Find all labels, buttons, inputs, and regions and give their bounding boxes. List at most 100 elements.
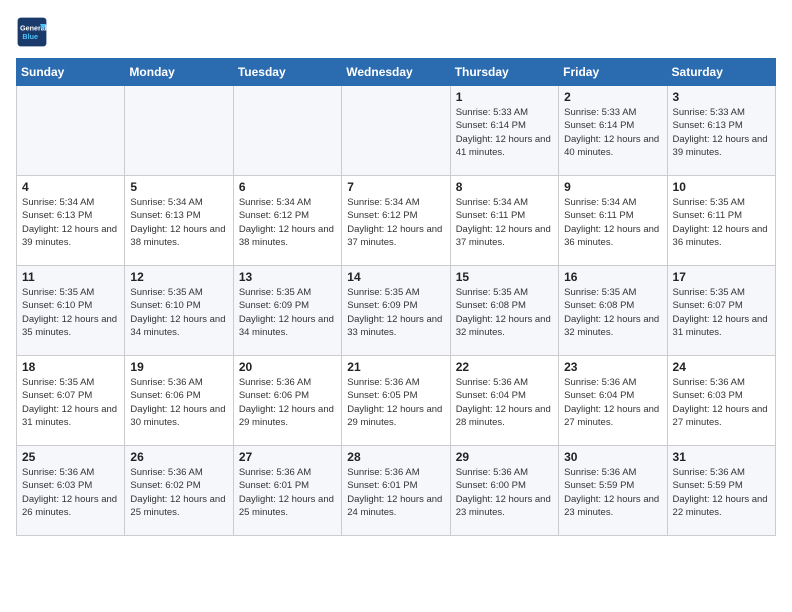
page-header: General Blue [16,16,776,48]
calendar-cell-w1d6: 10Sunrise: 5:35 AM Sunset: 6:11 PM Dayli… [667,176,775,266]
day-info: Sunrise: 5:33 AM Sunset: 6:13 PM Dayligh… [673,106,770,159]
day-info: Sunrise: 5:34 AM Sunset: 6:13 PM Dayligh… [22,196,119,249]
day-info: Sunrise: 5:36 AM Sunset: 6:05 PM Dayligh… [347,376,444,429]
day-info: Sunrise: 5:36 AM Sunset: 6:03 PM Dayligh… [673,376,770,429]
calendar-cell-w1d3: 7 Sunrise: 5:34 AM Sunset: 6:12 PM Daylig… [342,176,450,266]
calendar-cell-w3d6: 24 Sunrise: 5:36 AM Sunset: 6:03 PM Dayli… [667,356,775,446]
calendar-cell-w0d1 [125,86,233,176]
calendar-cell-w1d1: 5 Sunrise: 5:34 AM Sunset: 6:13 PM Daylig… [125,176,233,266]
day-info: Sunrise: 5:36 AM Sunset: 6:02 PM Dayligh… [130,466,227,519]
day-info: Sunrise: 5:36 AM Sunset: 5:59 PM Dayligh… [673,466,770,519]
logo-icon: General Blue [16,16,48,48]
calendar-cell-w2d1: 12 Sunrise: 5:35 AM Sunset: 6:10 PM Dayli… [125,266,233,356]
day-number: 15 [456,270,553,284]
day-info: Sunrise: 5:35 AM Sunset: 6:10 PM Dayligh… [130,286,227,339]
day-info: Sunrise: 5:36 AM Sunset: 6:01 PM Dayligh… [239,466,336,519]
day-number: 13 [239,270,336,284]
calendar-cell-w2d3: 14 Sunrise: 5:35 AM Sunset: 6:09 PM Dayli… [342,266,450,356]
day-number: 12 [130,270,227,284]
logo: General Blue [16,16,52,48]
day-number: 5 [130,180,227,194]
calendar-cell-w3d0: 18Sunrise: 5:35 AM Sunset: 6:07 PM Dayli… [17,356,125,446]
day-number: 10 [673,180,770,194]
day-number: 9 [564,180,661,194]
day-number: 8 [456,180,553,194]
calendar-cell-w1d2: 6Sunrise: 5:34 AM Sunset: 6:12 PM Daylig… [233,176,341,266]
day-info: Sunrise: 5:34 AM Sunset: 6:12 PM Dayligh… [347,196,444,249]
calendar-cell-w3d5: 23Sunrise: 5:36 AM Sunset: 6:04 PM Dayli… [559,356,667,446]
day-number: 2 [564,90,661,104]
calendar-cell-w2d5: 16 Sunrise: 5:35 AM Sunset: 6:08 PM Dayli… [559,266,667,356]
header-sunday: Sunday [17,59,125,86]
day-number: 18 [22,360,119,374]
day-info: Sunrise: 5:36 AM Sunset: 6:00 PM Dayligh… [456,466,553,519]
calendar-cell-w0d5: 2 Sunrise: 5:33 AM Sunset: 6:14 PM Daylig… [559,86,667,176]
calendar-week-0: 1 Sunrise: 5:33 AM Sunset: 6:14 PM Daylig… [17,86,776,176]
day-number: 20 [239,360,336,374]
calendar-cell-w0d4: 1 Sunrise: 5:33 AM Sunset: 6:14 PM Daylig… [450,86,558,176]
day-number: 17 [673,270,770,284]
day-number: 14 [347,270,444,284]
calendar-cell-w4d6: 31 Sunrise: 5:36 AM Sunset: 5:59 PM Dayli… [667,446,775,536]
calendar-week-1: 4 Sunrise: 5:34 AM Sunset: 6:13 PM Daylig… [17,176,776,266]
header-thursday: Thursday [450,59,558,86]
day-info: Sunrise: 5:35 AM Sunset: 6:09 PM Dayligh… [239,286,336,339]
day-number: 3 [673,90,770,104]
calendar-cell-w1d4: 8 Sunrise: 5:34 AM Sunset: 6:11 PM Daylig… [450,176,558,266]
day-number: 19 [130,360,227,374]
calendar-cell-w2d0: 11Sunrise: 5:35 AM Sunset: 6:10 PM Dayli… [17,266,125,356]
calendar-cell-w2d6: 17 Sunrise: 5:35 AM Sunset: 6:07 PM Dayli… [667,266,775,356]
day-info: Sunrise: 5:36 AM Sunset: 6:04 PM Dayligh… [564,376,661,429]
header-friday: Friday [559,59,667,86]
day-number: 16 [564,270,661,284]
day-info: Sunrise: 5:34 AM Sunset: 6:11 PM Dayligh… [564,196,661,249]
day-info: Sunrise: 5:34 AM Sunset: 6:13 PM Dayligh… [130,196,227,249]
day-info: Sunrise: 5:35 AM Sunset: 6:09 PM Dayligh… [347,286,444,339]
calendar-cell-w0d3 [342,86,450,176]
day-info: Sunrise: 5:36 AM Sunset: 6:04 PM Dayligh… [456,376,553,429]
day-number: 1 [456,90,553,104]
day-info: Sunrise: 5:35 AM Sunset: 6:07 PM Dayligh… [673,286,770,339]
calendar-cell-w0d0 [17,86,125,176]
calendar-cell-w2d2: 13 Sunrise: 5:35 AM Sunset: 6:09 PM Dayli… [233,266,341,356]
day-number: 21 [347,360,444,374]
calendar-cell-w4d1: 26 Sunrise: 5:36 AM Sunset: 6:02 PM Dayli… [125,446,233,536]
day-info: Sunrise: 5:36 AM Sunset: 5:59 PM Dayligh… [564,466,661,519]
calendar-cell-w1d5: 9 Sunrise: 5:34 AM Sunset: 6:11 PM Daylig… [559,176,667,266]
calendar-cell-w3d2: 20 Sunrise: 5:36 AM Sunset: 6:06 PM Dayli… [233,356,341,446]
header-wednesday: Wednesday [342,59,450,86]
calendar-week-4: 25 Sunrise: 5:36 AM Sunset: 6:03 PM Dayli… [17,446,776,536]
day-info: Sunrise: 5:36 AM Sunset: 6:01 PM Dayligh… [347,466,444,519]
day-info: Sunrise: 5:35 AM Sunset: 6:10 PM Dayligh… [22,286,119,339]
calendar-week-2: 11Sunrise: 5:35 AM Sunset: 6:10 PM Dayli… [17,266,776,356]
header-tuesday: Tuesday [233,59,341,86]
day-info: Sunrise: 5:35 AM Sunset: 6:08 PM Dayligh… [456,286,553,339]
day-number: 4 [22,180,119,194]
day-number: 30 [564,450,661,464]
day-number: 24 [673,360,770,374]
day-info: Sunrise: 5:35 AM Sunset: 6:08 PM Dayligh… [564,286,661,339]
calendar-cell-w4d5: 30 Sunrise: 5:36 AM Sunset: 5:59 PM Dayli… [559,446,667,536]
calendar-cell-w4d3: 28Sunrise: 5:36 AM Sunset: 6:01 PM Dayli… [342,446,450,536]
calendar-cell-w1d0: 4 Sunrise: 5:34 AM Sunset: 6:13 PM Daylig… [17,176,125,266]
day-info: Sunrise: 5:36 AM Sunset: 6:03 PM Dayligh… [22,466,119,519]
calendar-week-3: 18Sunrise: 5:35 AM Sunset: 6:07 PM Dayli… [17,356,776,446]
calendar-cell-w3d1: 19Sunrise: 5:36 AM Sunset: 6:06 PM Dayli… [125,356,233,446]
calendar-cell-w4d2: 27Sunrise: 5:36 AM Sunset: 6:01 PM Dayli… [233,446,341,536]
day-info: Sunrise: 5:34 AM Sunset: 6:11 PM Dayligh… [456,196,553,249]
calendar-cell-w0d2 [233,86,341,176]
day-info: Sunrise: 5:33 AM Sunset: 6:14 PM Dayligh… [456,106,553,159]
day-info: Sunrise: 5:36 AM Sunset: 6:06 PM Dayligh… [239,376,336,429]
day-number: 25 [22,450,119,464]
day-number: 31 [673,450,770,464]
day-number: 22 [456,360,553,374]
day-number: 6 [239,180,336,194]
svg-text:Blue: Blue [22,32,38,41]
header-monday: Monday [125,59,233,86]
day-number: 7 [347,180,444,194]
day-info: Sunrise: 5:33 AM Sunset: 6:14 PM Dayligh… [564,106,661,159]
calendar-cell-w4d0: 25 Sunrise: 5:36 AM Sunset: 6:03 PM Dayli… [17,446,125,536]
calendar-cell-w3d4: 22 Sunrise: 5:36 AM Sunset: 6:04 PM Dayli… [450,356,558,446]
day-number: 26 [130,450,227,464]
calendar-cell-w0d6: 3 Sunrise: 5:33 AM Sunset: 6:13 PM Daylig… [667,86,775,176]
